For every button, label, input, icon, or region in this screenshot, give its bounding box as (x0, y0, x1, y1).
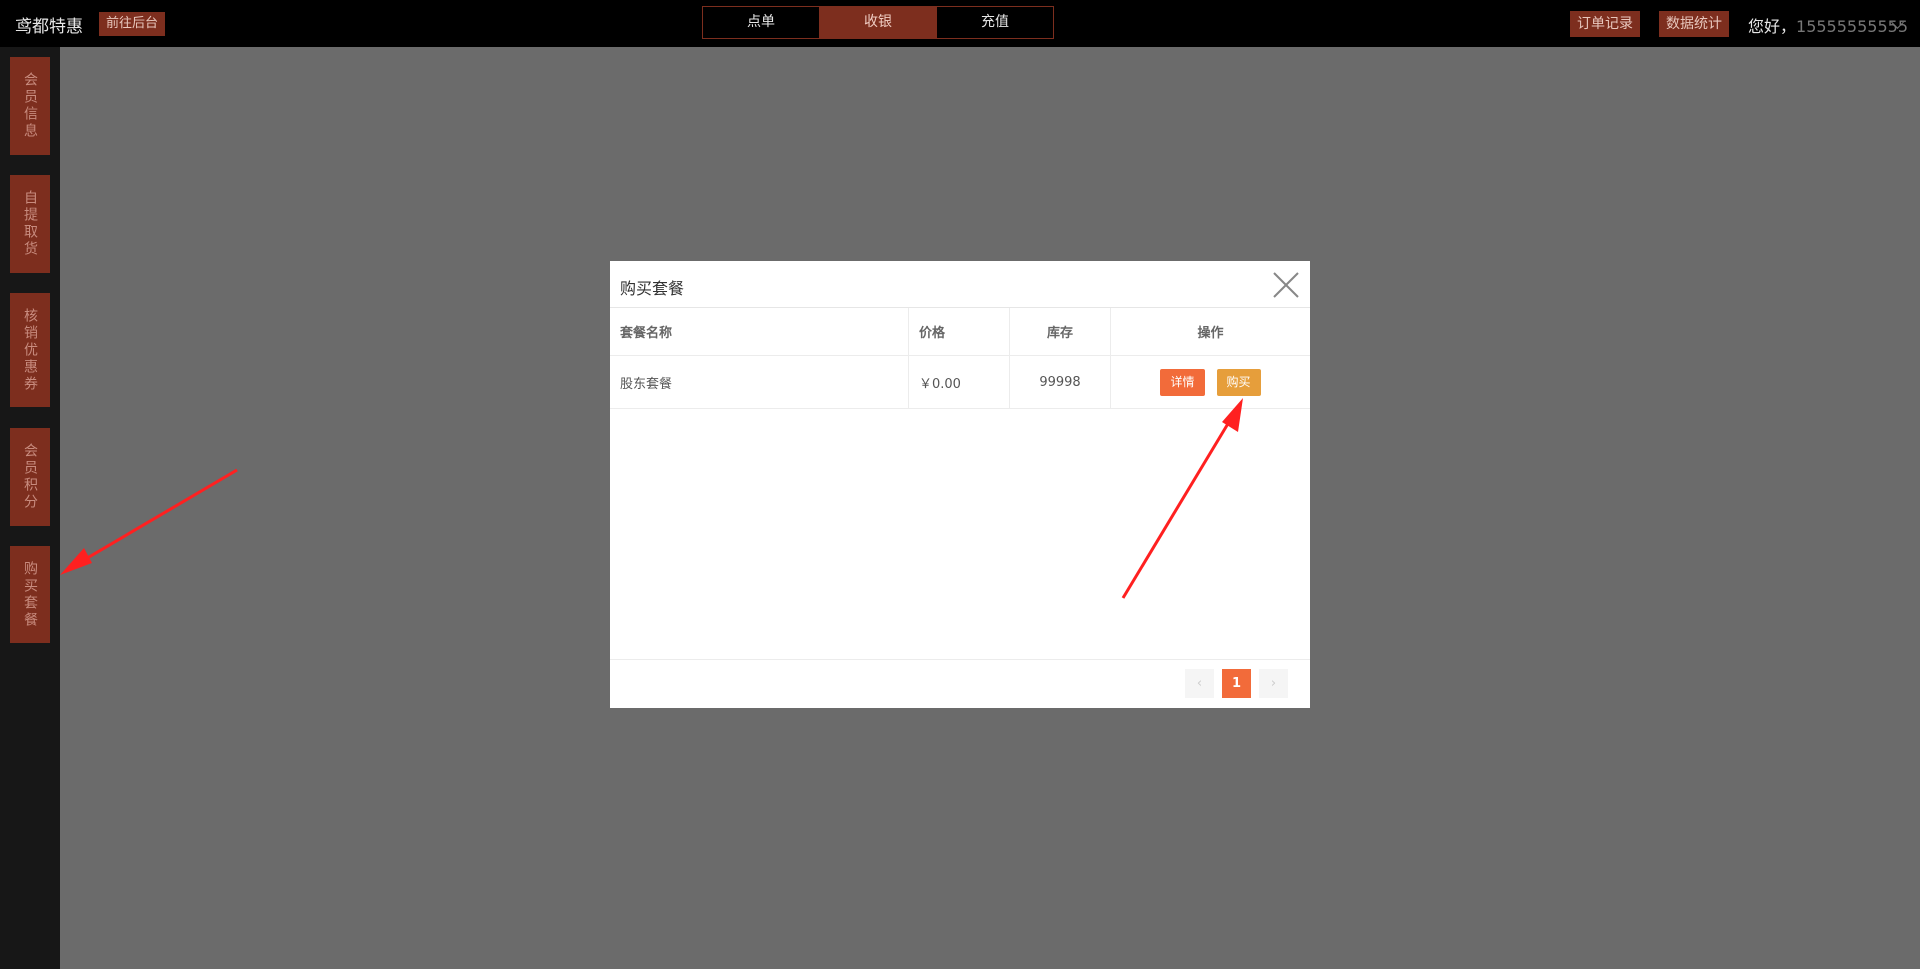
tab-cashier[interactable]: 收银 (819, 7, 936, 38)
sidebar-item-redeem-coupon[interactable]: 核销优惠券 (10, 293, 50, 407)
arrow-icon (60, 468, 238, 575)
sidebar-item-self-pickup[interactable]: 自提取货 (10, 175, 50, 273)
tab-order[interactable]: 点单 (703, 7, 819, 38)
sidebar-item-member-info[interactable]: 会员信息 (10, 57, 50, 155)
sidebar-item-label: 自提取货 (22, 190, 38, 258)
tab-recharge[interactable]: 充值 (936, 7, 1053, 38)
user-phone: 15555555555 (1796, 17, 1908, 36)
row-actions: 详情 购买 (1110, 355, 1310, 409)
sidebar: 会员信息 自提取货 核销优惠券 会员积分 购买套餐 (0, 47, 60, 969)
column-header-stock: 库存 (1009, 308, 1111, 356)
modal-title: 购买套餐 (620, 279, 685, 298)
package-price: ￥0.00 (908, 355, 1010, 409)
next-page-button[interactable]: › (1259, 669, 1288, 698)
buy-package-modal: 购买套餐 套餐名称 价格 库存 操作 股东套餐 ￥0.00 99998 详情 购买 (610, 261, 1310, 708)
go-to-admin-button[interactable]: 前往后台 (99, 12, 166, 36)
column-header-actions: 操作 (1110, 308, 1310, 356)
divider (610, 659, 1310, 660)
main-tabs: 点单 收银 充值 (702, 6, 1054, 39)
sidebar-item-label: 会员信息 (22, 72, 38, 140)
top-bar: 鸢都特惠 前往后台 点单 收银 充值 订单记录 数据统计 您好，15555555… (0, 0, 1920, 47)
pagination: ‹ 1 › (1185, 669, 1288, 698)
detail-button[interactable]: 详情 (1160, 368, 1205, 396)
page-number-button[interactable]: 1 (1222, 669, 1251, 698)
package-table: 套餐名称 价格 库存 操作 股东套餐 ￥0.00 99998 详情 购买 (610, 308, 1310, 409)
sidebar-item-label: 购买套餐 (22, 560, 38, 629)
data-stats-button[interactable]: 数据统计 (1659, 11, 1729, 37)
order-records-button[interactable]: 订单记录 (1570, 11, 1640, 37)
sidebar-item-buy-package[interactable]: 购买套餐 (10, 546, 50, 643)
buy-button[interactable]: 购买 (1216, 368, 1261, 396)
table-row: 股东套餐 ￥0.00 99998 详情 购买 (610, 355, 1310, 409)
greeting-text: 您好， (1748, 17, 1797, 36)
user-greeting[interactable]: 您好，15555555555 (1748, 13, 1908, 37)
sidebar-item-member-points[interactable]: 会员积分 (10, 428, 50, 526)
sidebar-item-label: 会员积分 (22, 443, 38, 511)
package-stock: 99998 (1009, 355, 1111, 409)
column-header-price: 价格 (908, 308, 1010, 356)
close-icon[interactable] (1270, 269, 1302, 301)
brand-name: 鸢都特惠 (15, 17, 83, 37)
sidebar-item-label: 核销优惠券 (22, 307, 38, 393)
package-name: 股东套餐 (610, 355, 909, 409)
table-header-row: 套餐名称 价格 库存 操作 (610, 308, 1310, 356)
column-header-name: 套餐名称 (610, 308, 909, 356)
prev-page-button[interactable]: ‹ (1185, 669, 1214, 698)
